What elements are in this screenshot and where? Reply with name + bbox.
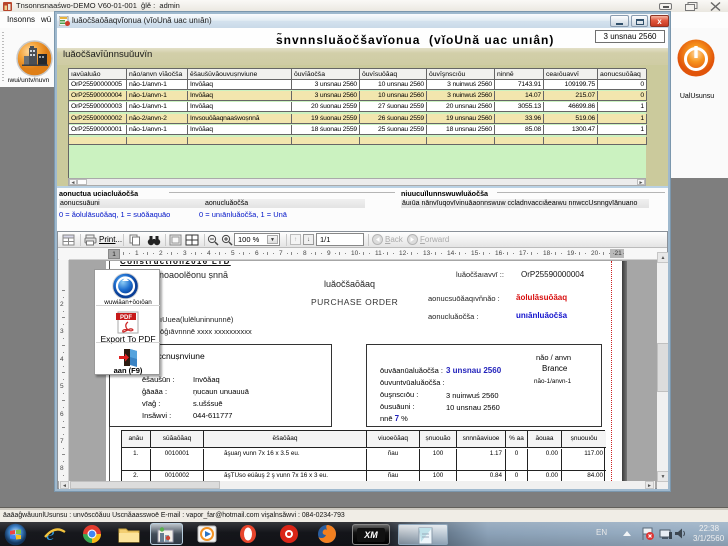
svg-text:PDF: PDF	[120, 315, 132, 321]
